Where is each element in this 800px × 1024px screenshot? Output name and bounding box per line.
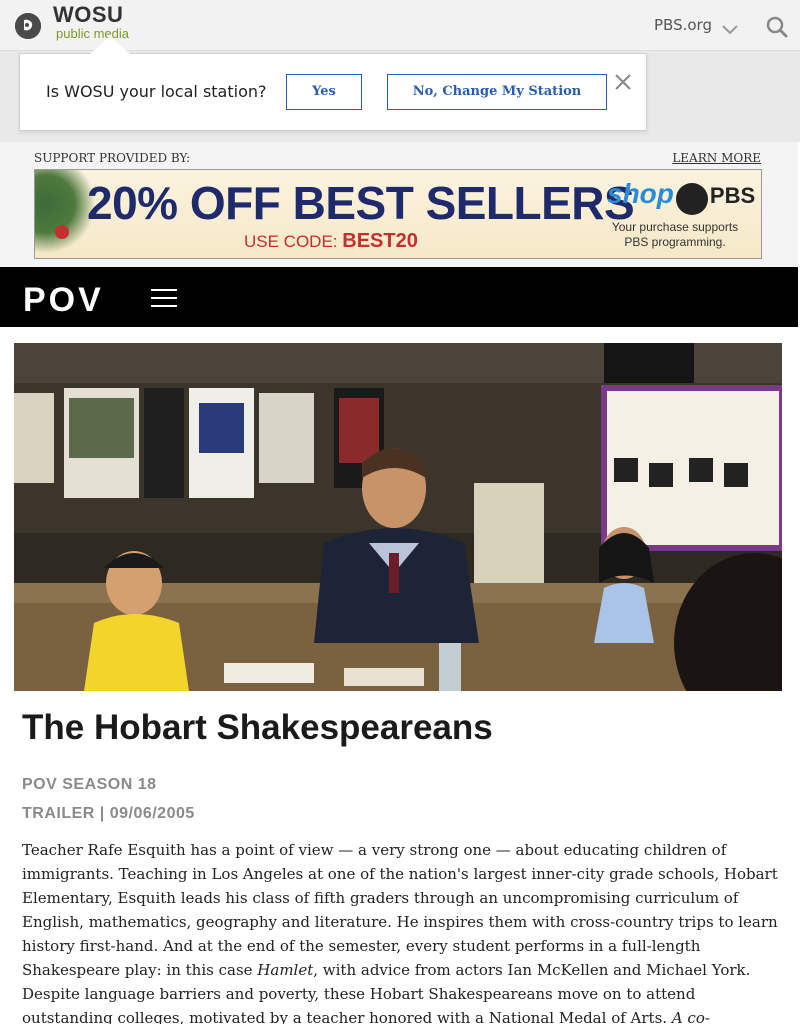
ad-code-prefix: USE CODE: [244, 232, 338, 251]
chevron-down-icon[interactable] [722, 20, 738, 39]
pov-logo-text: POV [23, 281, 104, 319]
pbs-word: PBS [709, 183, 756, 208]
page-title: The Hobart Shakespeareans [22, 708, 493, 747]
pov-logo[interactable]: POV [23, 281, 104, 320]
shop-word: shop [607, 178, 674, 209]
station-logo[interactable]: WOSU public media [53, 2, 129, 41]
hero-image [14, 343, 782, 691]
support-label: SUPPORT PROVIDED BY: [34, 151, 191, 165]
pbs-org-link[interactable]: PBS.org [654, 16, 712, 34]
hamburger-menu-icon[interactable] [151, 289, 177, 307]
close-icon[interactable] [614, 73, 632, 95]
yes-button[interactable]: Yes [286, 74, 362, 110]
station-popup: Is WOSU your local station? Yes No, Chan… [19, 53, 647, 131]
pbs-logo-icon[interactable] [15, 13, 41, 39]
description-part-1: Teacher Rafe Esquith has a point of view… [22, 841, 778, 979]
sponsor-section: SUPPORT PROVIDED BY: LEARN MORE 20% OFF … [0, 142, 798, 267]
station-question: Is WOSU your local station? [46, 82, 267, 101]
station-name: WOSU [53, 2, 124, 27]
description: Teacher Rafe Esquith has a point of view… [22, 838, 780, 1024]
ornament-decoration [55, 225, 69, 239]
change-station-button[interactable]: No, Change My Station [387, 74, 607, 110]
ad-headline: 20% OFF BEST SELLERS [87, 177, 635, 229]
season-label[interactable]: POV SEASON 18 [22, 776, 157, 794]
pbs-head-icon [675, 182, 708, 215]
ad-code-value: BEST20 [342, 230, 418, 252]
pov-navbar: POV [0, 267, 798, 327]
video-meta: TRAILER | 09/06/2005 [22, 805, 195, 822]
learn-more-link[interactable]: LEARN MORE [672, 151, 761, 165]
ad-code: USE CODE: BEST20 [244, 230, 418, 253]
popup-caret [90, 36, 130, 54]
search-icon[interactable] [766, 16, 788, 42]
advertisement-banner[interactable]: 20% OFF BEST SELLERS USE CODE: BEST20 sh… [34, 169, 762, 259]
holiday-decoration [35, 170, 95, 258]
shop-pbs-logo: shop PBS [607, 178, 755, 215]
ad-tagline: Your purchase supports PBS programming. [611, 220, 739, 249]
description-play-title: Hamlet [257, 961, 314, 979]
